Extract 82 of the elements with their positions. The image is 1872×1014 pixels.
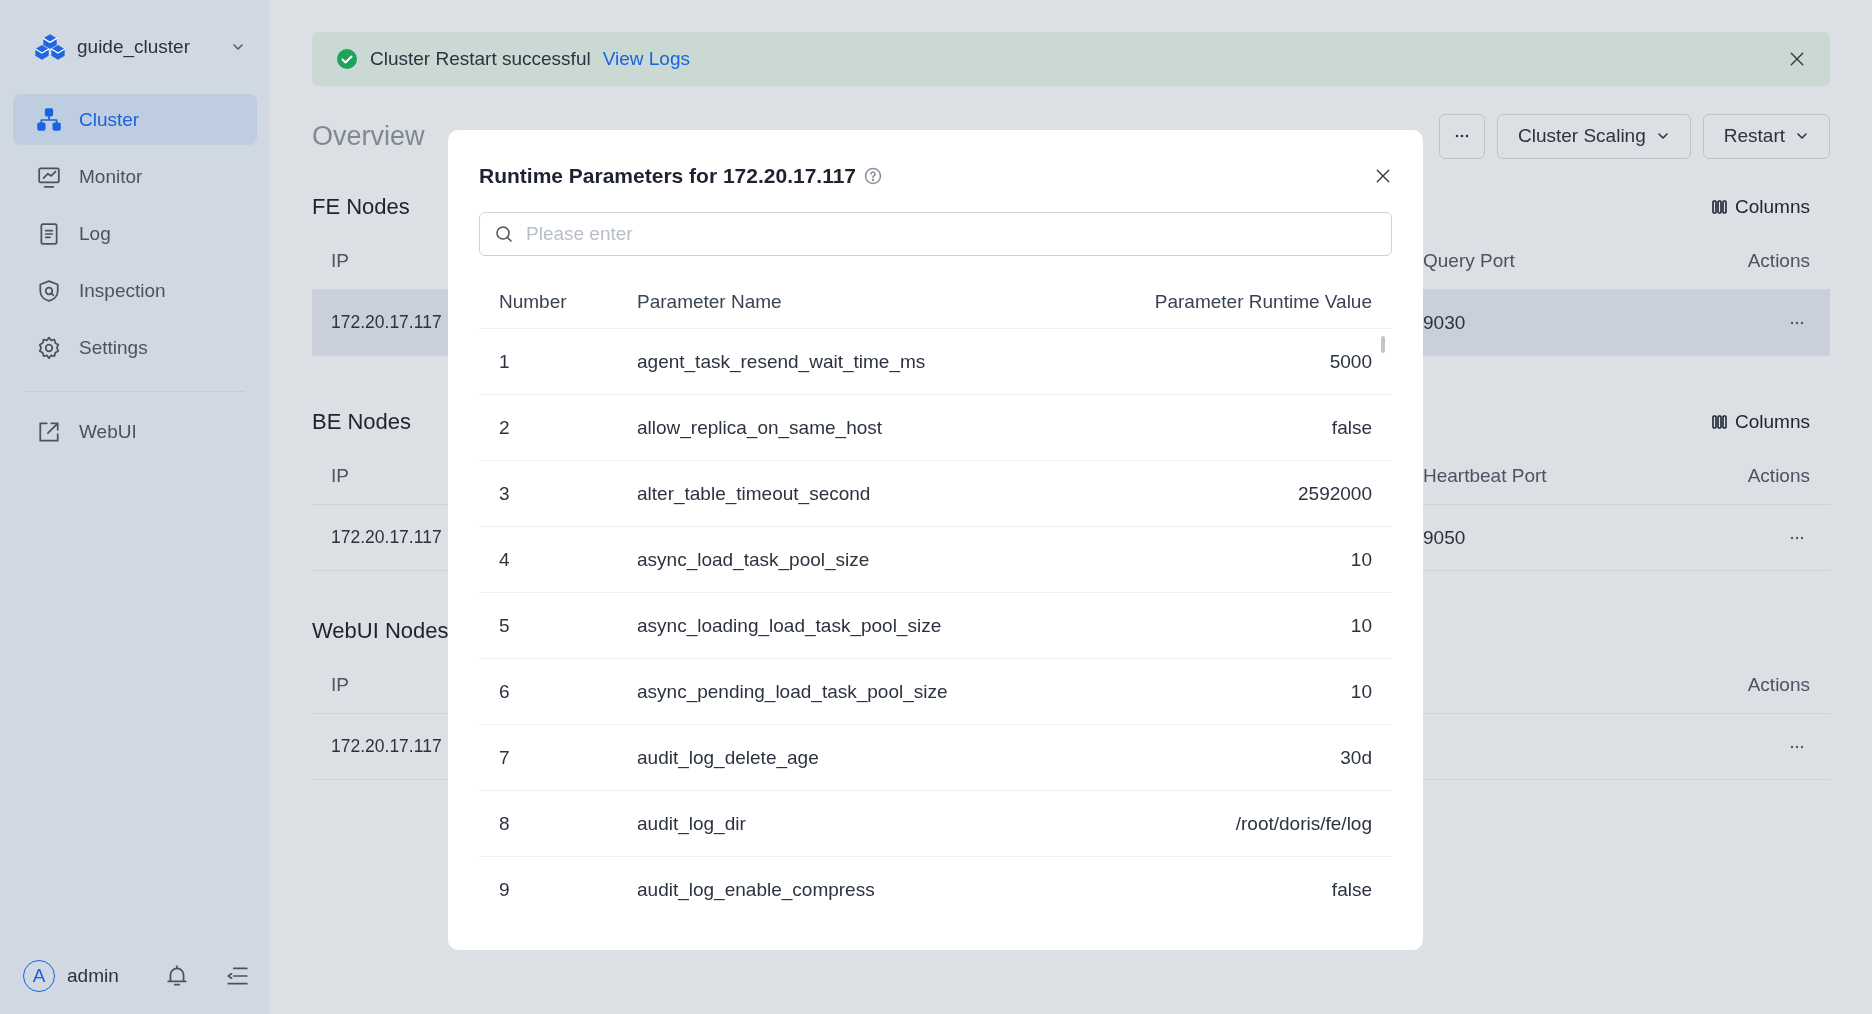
table-cell-text: /root/doris/fe/log (1234, 812, 1373, 835)
column-header: Actions (1747, 465, 1811, 487)
more-icon[interactable] (1790, 534, 1804, 541)
column-header: IP (330, 674, 349, 696)
nav-item[interactable]: Log (13, 208, 257, 259)
user-name: admin (67, 965, 119, 987)
table-cell-text: 2 (498, 416, 511, 439)
help-icon[interactable] (864, 167, 883, 185)
table-cell-text: 6 (498, 680, 511, 703)
more-icon[interactable] (1790, 743, 1804, 750)
nav-item[interactable]: Cluster (13, 94, 257, 145)
table-cell-text: audit_log_delete_age (637, 746, 820, 769)
section-title: BE Nodes (312, 409, 412, 435)
column-header: Actions (1747, 674, 1811, 696)
table-cell-text: 30d (1339, 746, 1373, 769)
table-cell: 9050 (1423, 526, 1466, 549)
table-cell-text: 2592000 (1297, 482, 1373, 505)
table-cell-text: alter_table_timeout_second (637, 482, 872, 505)
table-cell-text: 10 (1349, 680, 1373, 703)
column-header: IP (330, 465, 349, 487)
shield-icon (37, 278, 61, 303)
table-cell-text: 8 (498, 812, 511, 835)
columns-icon (1712, 200, 1727, 214)
column-header: Actions (1747, 250, 1811, 272)
cluster-switcher[interactable]: guide_cluster (35, 24, 257, 70)
close-icon[interactable] (1788, 50, 1806, 68)
dialog-title: Runtime Parameters for 172.20.17.117 (479, 164, 857, 188)
section-title: WebUI Nodes (312, 618, 449, 644)
close-icon[interactable] (1374, 167, 1392, 185)
section-title: FE Nodes (312, 194, 410, 220)
banner-message: Cluster Restart successful (370, 48, 591, 70)
column-header: Number (498, 291, 568, 313)
table-cell-text: audit_log_enable_compress (637, 878, 876, 901)
table-cell-text: 172.20.17.117 (330, 736, 442, 757)
table-cell-text: async_pending_load_task_pool_size (637, 680, 949, 703)
nav-item[interactable]: Settings (13, 322, 257, 373)
view-logs-link[interactable]: View Logs (602, 48, 690, 70)
columns-button[interactable]: Columns (1712, 411, 1810, 433)
table-cell-text: 172.20.17.117 (330, 312, 442, 333)
table-cell-text: 5000 (1328, 350, 1373, 373)
search-field[interactable]: Please enter (479, 212, 1392, 256)
table-cell-text: agent_task_resend_wait_time_ms (637, 350, 927, 373)
columns-button[interactable]: Columns (1712, 196, 1810, 218)
document-icon (37, 221, 61, 246)
table-cell-text: 7 (498, 746, 511, 769)
dropdown-button[interactable]: Cluster Scaling (1496, 113, 1691, 159)
nav-link[interactable]: WebUI (13, 406, 257, 457)
column-header: Parameter Name (637, 291, 783, 313)
table-cell-text: 4 (498, 548, 511, 571)
column-header: Parameter Runtime Value (1153, 291, 1373, 313)
dropdown-button[interactable]: Restart (1702, 113, 1830, 159)
more-icon[interactable] (1790, 319, 1804, 326)
table-cell-text: 3 (498, 482, 511, 505)
table-cell: 9030 (1423, 311, 1466, 334)
table-cell-text: false (1330, 878, 1373, 901)
table-cell-text: 1 (498, 350, 511, 373)
table-cell-text: allow_replica_on_same_host (637, 416, 884, 439)
table-cell-text: async_loading_load_task_pool_size (637, 614, 943, 637)
column-header: Query Port (1423, 250, 1515, 272)
gear-icon (37, 335, 61, 360)
nav-item[interactable]: Monitor (13, 151, 257, 202)
bell-icon[interactable] (164, 964, 189, 988)
table-cell-text: 10 (1349, 614, 1373, 637)
search-icon (495, 225, 513, 243)
chart-monitor-icon (37, 164, 61, 189)
column-header: Heartbeat Port (1423, 465, 1547, 487)
external-link-icon (37, 419, 61, 444)
table-cell-text: 172.20.17.117 (330, 527, 442, 548)
table-cell-text: async_load_task_pool_size (637, 548, 871, 571)
collapse-menu-icon[interactable] (224, 964, 249, 988)
network-icon (37, 107, 61, 132)
columns-icon (1712, 415, 1727, 429)
check-circle-icon (336, 48, 358, 70)
table-cell-text: 9 (498, 878, 511, 901)
table-cell-text: 10 (1349, 548, 1373, 571)
scrollbar-thumb[interactable] (1381, 336, 1385, 353)
table-cell-text: false (1330, 416, 1373, 439)
table-cell-text: 5 (498, 614, 511, 637)
cubes-icon (35, 33, 65, 61)
column-header: IP (330, 250, 349, 272)
table-cell-text: audit_log_dir (637, 812, 747, 835)
nav-item[interactable]: Inspection (13, 265, 257, 316)
